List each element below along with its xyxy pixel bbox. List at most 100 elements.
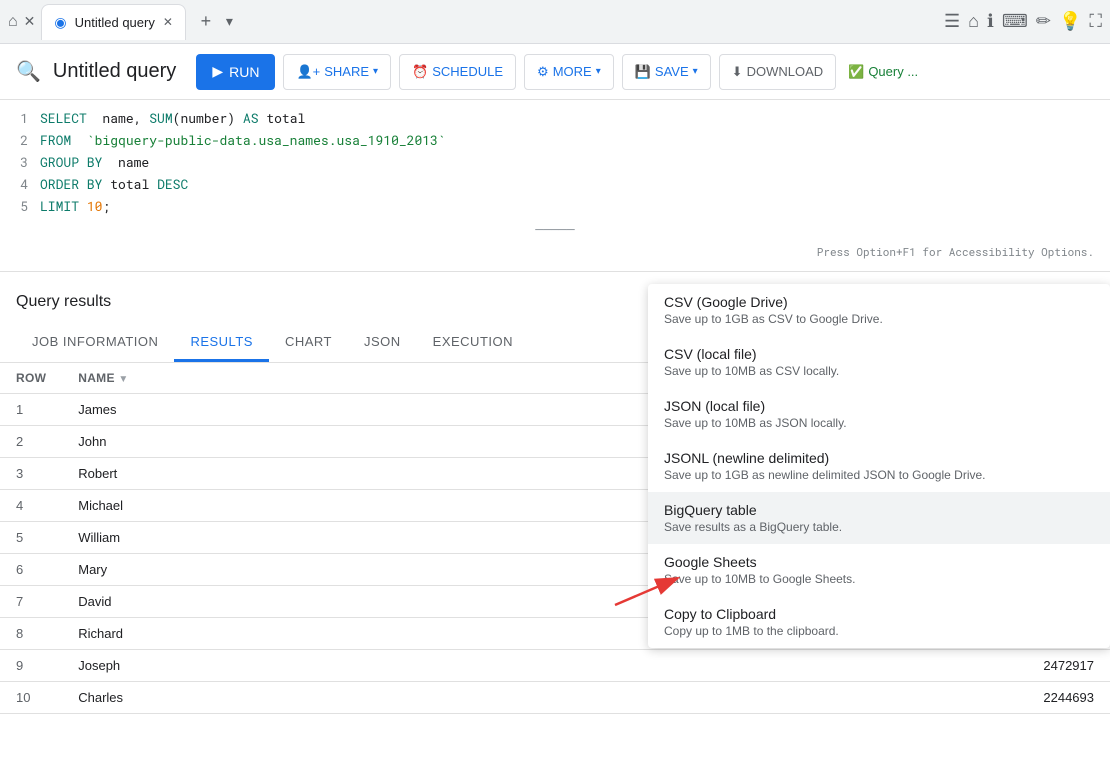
- dropdown-item-2[interactable]: JSON (local file) Save up to 10MB as JSO…: [648, 388, 1110, 440]
- info-icon[interactable]: ℹ: [987, 11, 994, 32]
- more-label: MORE: [553, 64, 592, 79]
- tab-execution[interactable]: EXECUTION: [417, 324, 529, 362]
- home-icon[interactable]: ⌂: [8, 13, 18, 31]
- dropdown-item-5[interactable]: Google Sheets Save up to 10MB to Google …: [648, 544, 1110, 596]
- status-text: Query ...: [868, 64, 918, 79]
- dropdown-item-4[interactable]: BigQuery table Save results as a BigQuer…: [648, 492, 1110, 544]
- cell-name: David: [62, 586, 575, 618]
- status-check-icon: ✅: [848, 64, 864, 80]
- run-button[interactable]: ▶ RUN: [196, 54, 275, 90]
- code-line-4: 4 ORDER BY total DESC: [0, 174, 1110, 196]
- cell-name: Robert: [62, 458, 575, 490]
- dropdown-item-desc: Save up to 10MB as JSON locally.: [664, 416, 1094, 430]
- dropdown-item-desc: Copy up to 1MB to the clipboard.: [664, 624, 1094, 638]
- run-play-icon: ▶: [212, 63, 223, 80]
- download-icon: ⬇: [732, 64, 743, 80]
- dropdown-item-title: Google Sheets: [664, 554, 1094, 570]
- dropdown-item-desc: Save up to 10MB to Google Sheets.: [664, 572, 1094, 586]
- dropdown-item-3[interactable]: JSONL (newline delimited) Save up to 1GB…: [648, 440, 1110, 492]
- code-line-5: 5 LIMIT 10;: [0, 196, 1110, 218]
- app-toolbar: 🔍 Untitled query ▶ RUN 👤+ SHARE ▾ ⏰ SCHE…: [0, 44, 1110, 100]
- browser-tab[interactable]: ◉ Untitled query ✕: [41, 4, 186, 40]
- save-results-dropdown[interactable]: CSV (Google Drive) Save up to 1GB as CSV…: [648, 284, 1110, 648]
- tab-more-icon[interactable]: ▾: [226, 13, 233, 30]
- tab-results[interactable]: RESULTS: [174, 324, 269, 362]
- col-header-row: Row: [0, 363, 62, 394]
- cell-row-num: 2: [0, 426, 62, 458]
- keyboard-icon[interactable]: ⌨: [1002, 11, 1028, 32]
- share-button[interactable]: 👤+ SHARE ▾: [283, 54, 391, 90]
- more-arrow-icon: ▾: [596, 66, 601, 77]
- cell-row-num: 9: [0, 650, 62, 682]
- cell-name: Michael: [62, 490, 575, 522]
- download-label: DOWNLOAD: [747, 64, 824, 79]
- tab-job-information[interactable]: JOB INFORMATION: [16, 324, 174, 362]
- cell-name: Richard: [62, 618, 575, 650]
- dropdown-item-title: JSONL (newline delimited): [664, 450, 1094, 466]
- code-line-2: 2 FROM `bigquery-public-data.usa_names.u…: [0, 130, 1110, 152]
- share-label: SHARE: [324, 64, 369, 79]
- fullscreen-icon[interactable]: ⛶: [1089, 11, 1102, 32]
- share-icon: 👤+: [296, 64, 320, 80]
- save-disk-icon: 💾: [635, 64, 651, 80]
- more-button[interactable]: ⚙ MORE ▾: [524, 54, 614, 90]
- page-title: Untitled query: [53, 60, 176, 83]
- cell-row-num: 4: [0, 490, 62, 522]
- tab-chart[interactable]: CHART: [269, 324, 348, 362]
- download-button[interactable]: ⬇ DOWNLOAD: [719, 54, 836, 90]
- cell-name: William: [62, 522, 575, 554]
- dropdown-item-6[interactable]: Copy to Clipboard Copy up to 1MB to the …: [648, 596, 1110, 648]
- query-search-icon: 🔍: [16, 59, 41, 84]
- cell-total: 2472917: [575, 650, 1110, 682]
- save-arrow-icon: ▾: [693, 66, 698, 77]
- results-title: Query results: [16, 293, 111, 311]
- browser-icons: ☰ ⌂ ℹ ⌨ ✏ 💡 ⛶: [944, 11, 1102, 32]
- cell-total: 2244693: [575, 682, 1110, 714]
- schedule-button[interactable]: ⏰ SCHEDULE: [399, 54, 516, 90]
- drag-handle[interactable]: ─────: [0, 218, 1110, 240]
- more-gear-icon: ⚙: [537, 64, 549, 80]
- accessibility-hint: Press Option+F1 for Accessibility Option…: [0, 240, 1110, 263]
- cell-row-num: 5: [0, 522, 62, 554]
- cell-name: James: [62, 394, 575, 426]
- edit-icon[interactable]: ✏: [1036, 11, 1051, 32]
- dropdown-item-title: JSON (local file): [664, 398, 1094, 414]
- cell-row-num: 3: [0, 458, 62, 490]
- sort-name-icon: ▼: [118, 374, 128, 385]
- cell-name: Mary: [62, 554, 575, 586]
- save-label: SAVE: [655, 64, 689, 79]
- cell-row-num: 1: [0, 394, 62, 426]
- dropdown-item-desc: Save up to 10MB as CSV locally.: [664, 364, 1094, 378]
- tab-close-left[interactable]: ✕: [24, 13, 36, 30]
- cell-row-num: 7: [0, 586, 62, 618]
- save-button[interactable]: 💾 SAVE ▾: [622, 54, 711, 90]
- table-row: 10 Charles 2244693: [0, 682, 1110, 714]
- cell-name: Joseph: [62, 650, 575, 682]
- cell-row-num: 6: [0, 554, 62, 586]
- cell-name: Charles: [62, 682, 575, 714]
- tab-json[interactable]: JSON: [348, 324, 417, 362]
- schedule-label: SCHEDULE: [432, 64, 503, 79]
- bookmark-icon[interactable]: ⌂: [968, 11, 979, 32]
- cell-name: John: [62, 426, 575, 458]
- new-tab-button[interactable]: +: [192, 8, 220, 36]
- dropdown-item-0[interactable]: CSV (Google Drive) Save up to 1GB as CSV…: [648, 284, 1110, 336]
- menu-icon[interactable]: ☰: [944, 11, 960, 32]
- table-row: 9 Joseph 2472917: [0, 650, 1110, 682]
- dropdown-item-title: BigQuery table: [664, 502, 1094, 518]
- col-header-name[interactable]: name ▼: [62, 363, 575, 394]
- tab-label: Untitled query: [75, 15, 155, 30]
- bulb-icon[interactable]: 💡: [1059, 11, 1081, 32]
- tab-favicon: ◉: [54, 14, 66, 31]
- dropdown-item-desc: Save results as a BigQuery table.: [664, 520, 1094, 534]
- dropdown-item-title: CSV (local file): [664, 346, 1094, 362]
- code-line-1: 1 SELECT name, SUM(number) AS total: [0, 108, 1110, 130]
- dropdown-item-desc: Save up to 1GB as newline delimited JSON…: [664, 468, 1094, 482]
- query-status: ✅ Query ...: [848, 64, 918, 80]
- dropdown-item-1[interactable]: CSV (local file) Save up to 10MB as CSV …: [648, 336, 1110, 388]
- browser-bar: ⌂ ✕ ◉ Untitled query ✕ + ▾ ☰ ⌂ ℹ ⌨ ✏ 💡 ⛶: [0, 0, 1110, 44]
- dropdown-item-title: Copy to Clipboard: [664, 606, 1094, 622]
- tab-close-icon[interactable]: ✕: [163, 15, 173, 29]
- code-line-3: 3 GROUP BY name: [0, 152, 1110, 174]
- code-editor[interactable]: 1 SELECT name, SUM(number) AS total 2 FR…: [0, 100, 1110, 272]
